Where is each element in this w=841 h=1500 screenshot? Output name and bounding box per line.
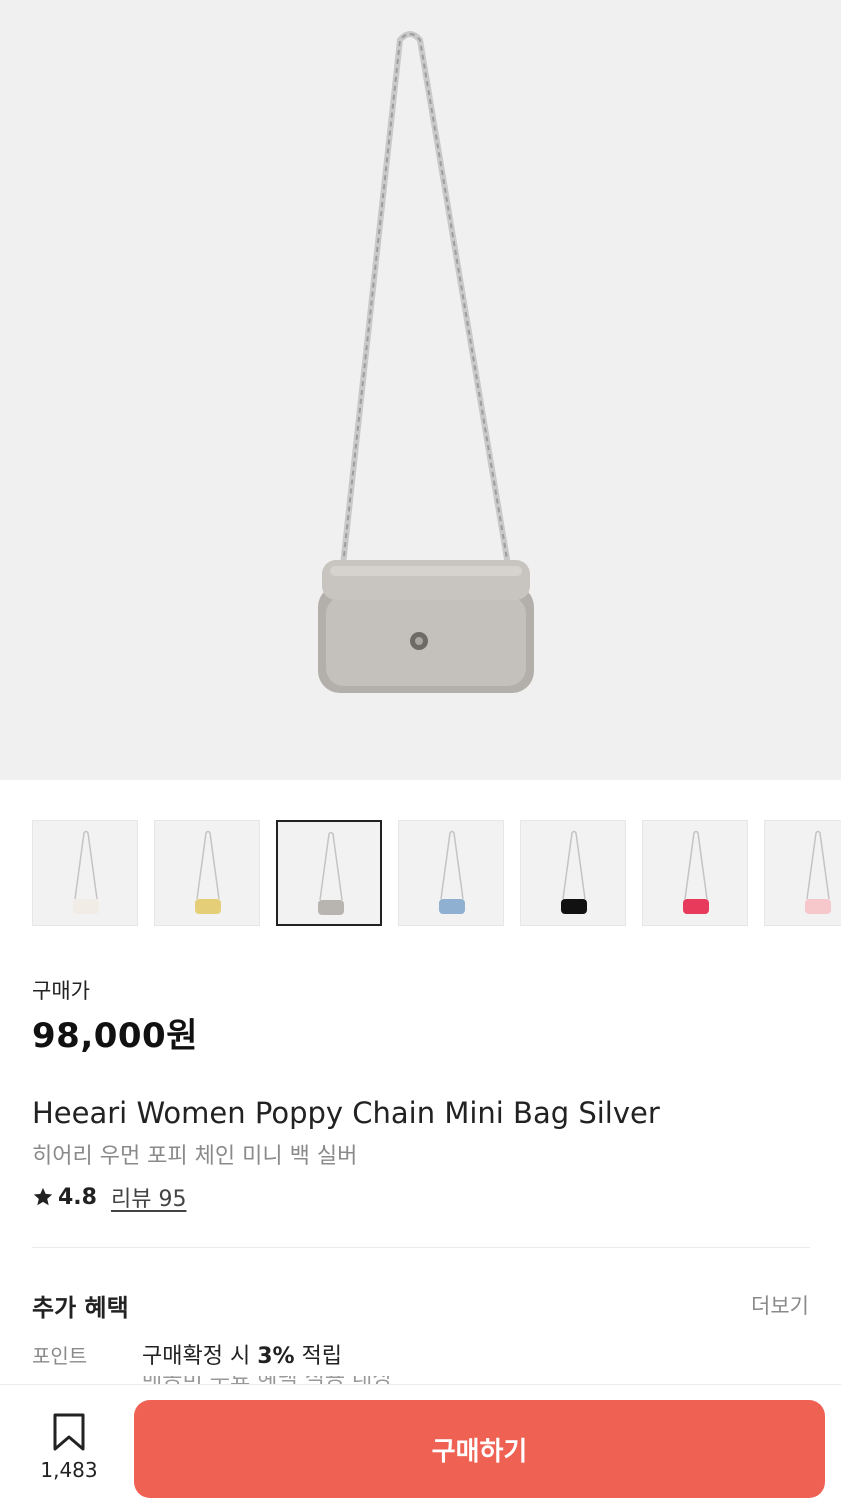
color-thumbnail[interactable] (642, 820, 748, 926)
rating-score: 4.8 (58, 1184, 97, 1210)
price-value: 98,000원 (32, 1016, 198, 1056)
rating-row: 4.8 리뷰 95 (32, 1182, 186, 1212)
thumbnail-bag-icon (195, 830, 221, 914)
benefits-title: 추가 혜택 (32, 1294, 129, 1322)
color-thumbnail[interactable] (32, 820, 138, 926)
chain-bag-illustration (318, 31, 534, 693)
color-thumbnail[interactable] (398, 820, 504, 926)
thumbnail-bag-icon (439, 830, 465, 914)
star-icon (33, 1187, 53, 1206)
point-suffix: 적립 (294, 1344, 343, 1369)
section-divider (32, 1247, 810, 1248)
buy-button[interactable]: 구매하기 (134, 1400, 825, 1498)
price-label: 구매가 (32, 979, 90, 1003)
partially-hidden-benefit: 배송비 무료 혜택 적용 대상 (142, 1376, 402, 1384)
color-thumbnail[interactable] (154, 820, 260, 926)
bookmark-count: 1,483 (40, 1458, 98, 1482)
point-rate: 3% (257, 1344, 295, 1369)
color-thumbnail-strip[interactable] (32, 820, 841, 926)
partially-hidden-benefit-text: 배송비 무료 혜택 적용 대상 (142, 1376, 402, 1384)
bookmark-button[interactable]: 1,483 (26, 1412, 112, 1492)
point-label: 포인트 (32, 1344, 88, 1368)
color-thumbnail[interactable] (764, 820, 841, 926)
bookmark-icon (53, 1413, 85, 1451)
thumbnail-bag-icon (318, 831, 344, 915)
review-link[interactable]: 리뷰 95 (111, 1181, 186, 1213)
thumbnail-bag-icon (561, 830, 587, 914)
point-prefix: 구매확정 시 (142, 1344, 258, 1369)
product-name-english: Heeari Women Poppy Chain Mini Bag Silver (32, 1096, 660, 1130)
more-link[interactable]: 더보기 (751, 1290, 809, 1320)
color-thumbnail[interactable] (520, 820, 626, 926)
thumbnail-bag-icon (683, 830, 709, 914)
product-hero-image[interactable] (0, 0, 841, 780)
thumbnail-bag-icon (73, 830, 99, 914)
thumbnail-bag-icon (805, 830, 831, 914)
color-thumbnail[interactable] (276, 820, 382, 926)
point-description: 구매확정 시 3% 적립 (142, 1338, 342, 1370)
product-name-korean: 히어리 우먼 포피 체인 미니 백 실버 (32, 1144, 358, 1169)
